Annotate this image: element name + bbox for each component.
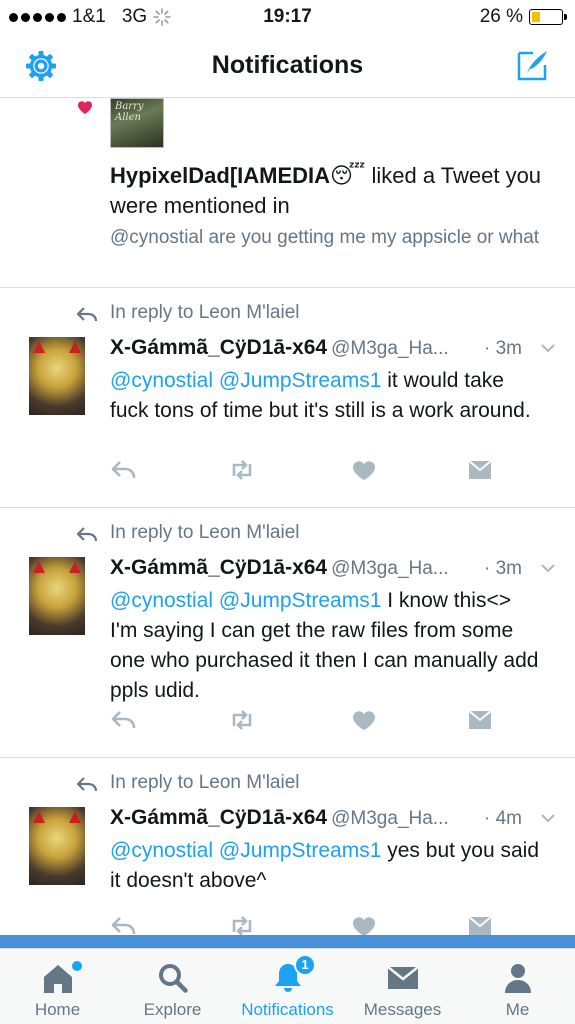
tweet-item[interactable]: In reply to Leon M'laiel X-Gámmã_CÿD1ā-x…	[0, 508, 575, 758]
heart-icon	[78, 101, 92, 114]
battery-icon	[529, 9, 567, 25]
reply-context[interactable]: In reply to Leon M'laiel	[110, 522, 300, 544]
tab-label: Home	[34, 1000, 81, 1019]
reply-arrow-icon	[76, 527, 98, 542]
page-title: Notifications	[211, 51, 364, 79]
mention-link[interactable]: @JumpStreams1	[219, 589, 382, 612]
tweet-timestamp: · 4m	[484, 808, 522, 829]
mention-link[interactable]: @cynostial	[110, 589, 213, 612]
reply-icon[interactable]	[110, 708, 138, 732]
search-icon	[159, 964, 188, 993]
retweet-icon[interactable]	[228, 458, 256, 482]
like-icon[interactable]	[350, 458, 378, 482]
tab-me[interactable]: Me	[460, 949, 575, 1024]
avatar[interactable]: Barry Allen	[110, 98, 164, 148]
mention-link[interactable]: @cynostial	[110, 839, 213, 862]
mention-link[interactable]: @cynostial	[110, 369, 213, 392]
tweet-actions	[110, 708, 540, 732]
reply-context[interactable]: In reply to Leon M'laiel	[110, 772, 300, 794]
status-right: 26 %	[479, 6, 567, 28]
tab-explore[interactable]: Explore	[115, 949, 230, 1024]
tweet-text: @cynostial @JumpStreams1 I know this<> I…	[110, 586, 540, 706]
tab-home[interactable]: Home	[0, 949, 115, 1024]
reply-icon[interactable]	[110, 914, 138, 936]
tweet-author-handle[interactable]: @M3ga_Ha...	[331, 558, 449, 579]
avatar[interactable]	[29, 807, 85, 885]
tweet-author-name[interactable]: X-Gámmã_CÿD1ā-x64	[110, 806, 327, 829]
tweet-author-name[interactable]: X-Gámmã_CÿD1ā-x64	[110, 336, 327, 359]
avatar-caption: Barry Allen	[115, 101, 144, 123]
direct-message-icon[interactable]	[466, 458, 494, 482]
chevron-down-icon[interactable]	[540, 812, 556, 824]
tweet-text: @cynostial @JumpStreams1 yes but you sai…	[110, 836, 540, 896]
tweet-actions	[110, 914, 540, 936]
envelope-icon	[387, 966, 419, 989]
like-icon[interactable]	[350, 708, 378, 732]
home-unread-dot	[72, 961, 82, 971]
direct-message-icon[interactable]	[466, 708, 494, 732]
tweet-actions	[110, 458, 540, 482]
home-icon	[44, 965, 72, 993]
reply-arrow-icon	[76, 307, 98, 322]
notifications-feed: Barry Allen HypixelDad[IAMEDIA😴 liked a …	[0, 98, 575, 936]
tab-label: Messages	[363, 1000, 442, 1019]
chevron-down-icon[interactable]	[540, 342, 556, 354]
tweet-text: @cynostial @JumpStreams1 it would take f…	[110, 366, 540, 426]
navigation-bar: Notifications	[0, 34, 575, 98]
reply-context[interactable]: In reply to Leon M'laiel	[110, 302, 300, 324]
quoted-tweet-text: @cynostial are you getting me my appsicl…	[110, 227, 540, 248]
reply-icon[interactable]	[110, 458, 138, 482]
tweet-item[interactable]: In reply to Leon M'laiel X-Gámmã_CÿD1ā-x…	[0, 288, 575, 508]
compose-tweet-icon[interactable]	[515, 47, 551, 83]
battery-percent: 26 %	[479, 6, 523, 27]
tweet-author-handle[interactable]: @M3ga_Ha...	[331, 338, 449, 359]
like-notification[interactable]: Barry Allen HypixelDad[IAMEDIA😴 liked a …	[0, 98, 575, 288]
liker-name[interactable]: HypixelDad[IAMEDIA	[110, 163, 330, 188]
tweet-header: X-Gámmã_CÿD1ā-x64 @M3ga_Ha... · 3m	[110, 556, 560, 584]
like-notification-text: HypixelDad[IAMEDIA😴 liked a Tweet you we…	[110, 161, 550, 221]
sleeping-emoji-icon: 😴	[330, 163, 366, 188]
avatar[interactable]	[29, 337, 85, 415]
tab-label: Notifications	[241, 1000, 334, 1019]
notification-count-badge: 1	[294, 954, 316, 976]
tab-messages[interactable]: Messages	[345, 949, 460, 1024]
tab-notifications[interactable]: 1 Notifications	[230, 949, 345, 1024]
person-icon	[505, 964, 531, 993]
avatar[interactable]	[29, 557, 85, 635]
like-icon[interactable]	[350, 914, 378, 936]
reply-arrow-icon	[76, 777, 98, 792]
status-bar: 1&1 3G 19:17 26 %	[0, 0, 575, 34]
chevron-down-icon[interactable]	[540, 562, 556, 574]
tweet-timestamp: · 3m	[484, 338, 522, 359]
mention-link[interactable]: @JumpStreams1	[219, 369, 382, 392]
tweet-author-handle[interactable]: @M3ga_Ha...	[331, 808, 449, 829]
retweet-icon[interactable]	[228, 914, 256, 936]
retweet-icon[interactable]	[228, 708, 256, 732]
tab-label: Me	[505, 1000, 530, 1019]
new-tweets-strip	[0, 935, 575, 948]
tab-bar: Home Explore 1 Notifications Messages Me	[0, 948, 575, 1024]
mention-link[interactable]: @JumpStreams1	[219, 839, 382, 862]
tweet-header: X-Gámmã_CÿD1ā-x64 @M3ga_Ha... · 3m	[110, 336, 560, 364]
tweet-item[interactable]: In reply to Leon M'laiel X-Gámmã_CÿD1ā-x…	[0, 758, 575, 936]
direct-message-icon[interactable]	[466, 914, 494, 936]
tab-label: Explore	[143, 1000, 202, 1019]
tweet-author-name[interactable]: X-Gámmã_CÿD1ā-x64	[110, 556, 327, 579]
tweet-header: X-Gámmã_CÿD1ā-x64 @M3ga_Ha... · 4m	[110, 806, 560, 834]
tweet-timestamp: · 3m	[484, 558, 522, 579]
